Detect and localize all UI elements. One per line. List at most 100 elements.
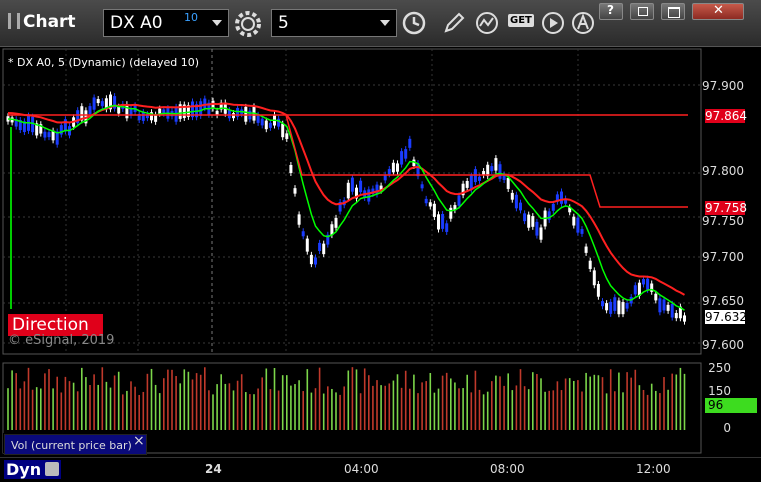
price-bar — [592, 270, 596, 286]
price-pane-frame — [2, 48, 702, 355]
price-bar — [396, 163, 399, 172]
price-bar — [633, 285, 637, 295]
title-bar: Chart DX A0 10 5 GET ? ✕ — [0, 0, 761, 47]
price-bar — [519, 202, 522, 211]
price-bar — [449, 207, 453, 219]
settings-button[interactable] — [233, 9, 263, 39]
price-bar — [490, 166, 494, 172]
price-bar — [256, 114, 260, 123]
chart-info: * DX A0, 5 (Dynamic) (delayed 10) — [8, 56, 199, 69]
price-bar — [576, 217, 580, 233]
price-bar — [43, 131, 47, 138]
time-axis-label: 04:00 — [344, 462, 379, 476]
symbol-badge: 10 — [184, 11, 198, 24]
price-bar — [141, 112, 145, 121]
time-axis-label: 08:00 — [490, 462, 525, 476]
window-title: Chart — [8, 12, 76, 32]
draw-button[interactable] — [441, 10, 467, 36]
price-bar — [605, 303, 609, 311]
price-bar — [625, 303, 629, 309]
price-bar — [609, 301, 613, 314]
indicator-icon — [476, 12, 498, 34]
interval-combo[interactable]: 5 — [271, 9, 397, 37]
price-bar — [404, 149, 408, 159]
price-axis-label: 97.800 — [702, 164, 744, 178]
price-bar — [264, 120, 268, 130]
close-icon[interactable]: × — [133, 433, 145, 449]
price-bar — [199, 101, 203, 116]
price-bar — [125, 104, 129, 119]
price-tag-last: 97.632 — [705, 310, 747, 324]
help-button[interactable]: ? — [599, 3, 623, 20]
text-tool-button[interactable] — [570, 10, 596, 36]
price-bar — [601, 301, 604, 307]
play-icon — [542, 12, 564, 34]
indicators-button[interactable] — [474, 10, 500, 36]
price-bar — [318, 242, 322, 252]
price-bar — [683, 315, 686, 322]
get-icon: GET — [508, 14, 534, 27]
time-axis-label: 24 — [205, 462, 222, 476]
price-bar — [350, 177, 354, 192]
price-bar — [268, 122, 272, 128]
price-bar — [158, 108, 162, 114]
price-bar — [506, 177, 510, 189]
price-bar — [523, 213, 527, 222]
symbol-combo[interactable]: DX A0 10 — [103, 9, 229, 37]
maximize-button[interactable] — [661, 3, 685, 20]
price-bar — [305, 238, 309, 252]
price-bar — [670, 303, 674, 318]
chevron-down-icon[interactable] — [380, 20, 390, 26]
get-button[interactable]: GET — [507, 10, 534, 36]
volume-study-label[interactable]: Vol (current price bar) — [4, 434, 147, 455]
price-bar — [613, 297, 617, 311]
close-button[interactable]: ✕ — [692, 3, 744, 20]
price-bar — [494, 158, 498, 171]
price-bar — [666, 304, 670, 311]
price-bar — [539, 227, 543, 240]
price-bar — [527, 214, 531, 228]
price-bar — [580, 229, 584, 234]
price-bar — [203, 98, 207, 109]
price-bar — [59, 125, 63, 135]
price-bar — [424, 198, 428, 204]
chevron-down-icon[interactable] — [212, 20, 222, 26]
price-bar — [100, 101, 104, 107]
price-axis-label: 97.750 — [702, 214, 744, 228]
price-bar — [445, 223, 449, 232]
price-bar — [428, 202, 432, 207]
close-icon: ✕ — [713, 3, 724, 18]
price-bar — [297, 214, 301, 225]
price-bar — [642, 279, 645, 285]
copyright: © eSignal, 2019 — [8, 333, 115, 348]
price-bar — [662, 299, 666, 311]
price-bar — [47, 132, 51, 138]
price-axis-label: 97.650 — [702, 294, 744, 308]
price-bar — [301, 231, 305, 237]
interval-value: 5 — [278, 13, 289, 33]
price-tag-mid: 97.758 — [705, 201, 747, 215]
price-axis-label: 97.900 — [702, 79, 744, 93]
clock-icon — [402, 11, 426, 35]
slow-average-line — [7, 102, 686, 296]
price-bar — [478, 176, 481, 181]
time-button[interactable] — [401, 10, 427, 36]
restore-button[interactable] — [630, 3, 654, 20]
dynamic-mode-button[interactable]: Dyn — [4, 460, 62, 479]
price-bar — [596, 284, 600, 297]
price-bar — [260, 118, 264, 126]
price-bar — [469, 175, 473, 190]
price-bar — [293, 188, 297, 194]
price-bar — [654, 293, 658, 301]
price-chart[interactable] — [0, 47, 761, 457]
price-bar — [617, 300, 621, 315]
price-axis-label: 97.700 — [702, 250, 744, 264]
price-bar — [535, 221, 539, 236]
play-button[interactable] — [540, 10, 566, 36]
price-bar — [551, 203, 555, 211]
price-bar — [96, 98, 100, 104]
volume-current-tag: 96 — [705, 398, 757, 413]
volume-axis-label: 0 — [723, 421, 731, 435]
settings-icon — [235, 11, 261, 37]
price-bar — [367, 189, 371, 202]
